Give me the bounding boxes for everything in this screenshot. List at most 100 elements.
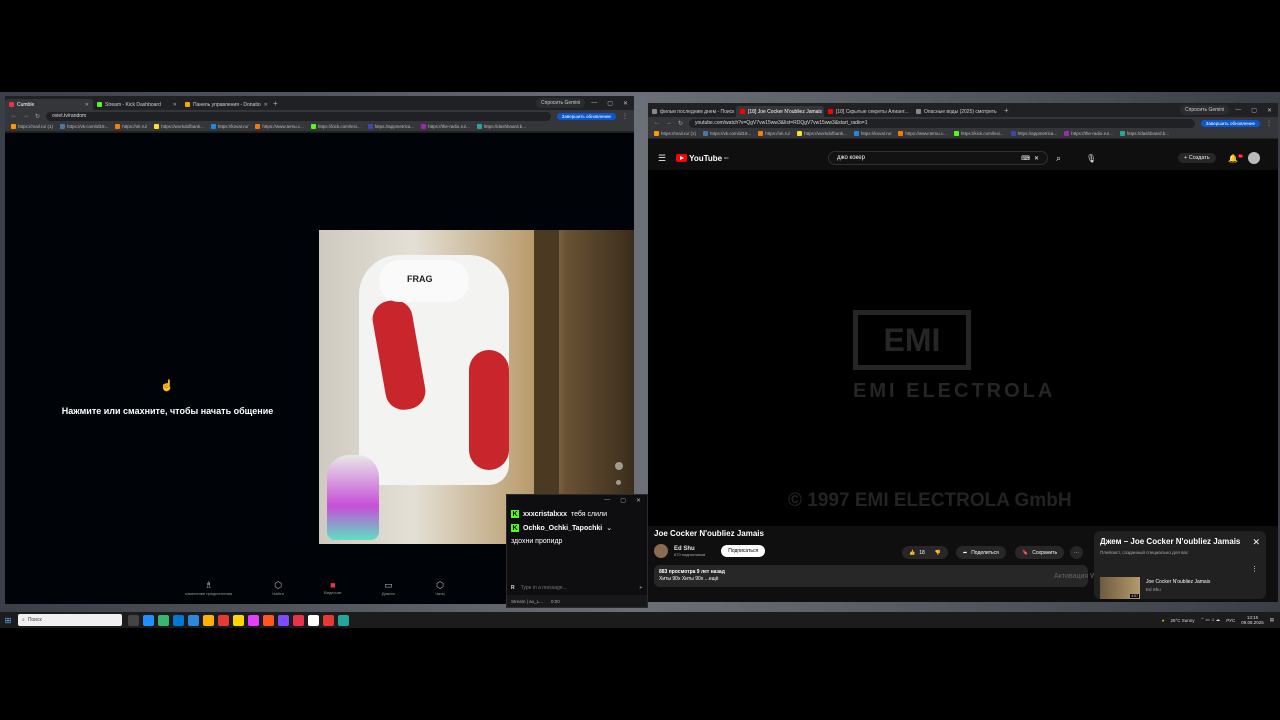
update-button[interactable]: Завершить обновление xyxy=(556,112,616,120)
right-tab-0[interactable]: фильм последним днем - Поиск✕ xyxy=(648,106,736,117)
right-tab-1[interactable]: [18] Joe Cocker N'oubliez Jamais✕ xyxy=(736,106,824,117)
new-tab-button[interactable]: + xyxy=(269,99,282,108)
bookmark-item[interactable]: https://vk.com/id19... xyxy=(703,131,751,137)
search-icon[interactable]: ⌕ xyxy=(1056,153,1061,164)
bookmark-item[interactable]: https://kick.com/lexi... xyxy=(953,131,1004,137)
microphone-icon[interactable]: 🎙 xyxy=(1086,154,1096,163)
send-icon[interactable]: ➤ xyxy=(639,585,643,591)
start-chat-hint[interactable]: Нажмите или смахните, чтобы начать общен… xyxy=(45,406,290,416)
bookmark-item[interactable]: https://mail.ru/ (1) xyxy=(654,131,696,137)
bookmark-item[interactable]: https://dashboard.b... xyxy=(1119,131,1169,137)
taskbar-app-icon[interactable] xyxy=(128,614,139,626)
close-icon[interactable]: ✕ xyxy=(264,102,268,108)
dislike-icon[interactable]: 👎 xyxy=(935,550,941,556)
search-input[interactable]: джо кокер ⌨ ✕ xyxy=(828,151,1048,165)
keyboard-icon[interactable]: ⌨ xyxy=(1021,155,1030,162)
bookmark-item[interactable]: https://koval.ru/ xyxy=(210,124,248,130)
close-icon[interactable]: ✕ xyxy=(173,102,177,108)
weather-icon[interactable]: ● xyxy=(1162,618,1165,623)
taskbar-app-icon[interactable] xyxy=(293,614,304,626)
menu-icon[interactable]: ⋮ xyxy=(622,113,628,120)
nav-chats[interactable]: ⬡ Чаты xyxy=(435,580,445,600)
taskbar-app-icon[interactable] xyxy=(173,614,184,626)
mix-title[interactable]: Джем – Joe Cocker N'oubliez Jamais xyxy=(1100,537,1240,546)
taskbar-app-icon[interactable] xyxy=(143,614,154,626)
close-icon[interactable]: ✕ xyxy=(636,497,641,505)
update-button[interactable]: Завершить обновление xyxy=(1200,119,1260,127)
menu-icon[interactable]: ⋮ xyxy=(1266,120,1272,127)
left-tab-1[interactable]: Stream - Kick Dashboard ✕ xyxy=(93,99,181,110)
forward-icon[interactable]: → xyxy=(666,120,672,126)
back-icon[interactable]: ← xyxy=(11,113,17,119)
bookmark-item[interactable]: https://appmetrica... xyxy=(367,124,414,130)
bookmark-item[interactable]: https://ok.ru/ xyxy=(758,131,790,137)
track-thumbnail[interactable]: 4:57 xyxy=(1100,577,1140,599)
left-tab-0[interactable]: Cumble ✕ xyxy=(5,99,93,110)
bookmark-item[interactable]: https://www.temu.c... xyxy=(255,124,304,130)
url-input[interactable]: youtube.com/watch?v=QgV7vw15ww3&list=RDQ… xyxy=(689,118,1195,128)
notification-icon[interactable]: ▤ xyxy=(1270,617,1274,623)
back-icon[interactable]: ← xyxy=(654,120,660,126)
nav-dialog[interactable]: ▭ Диалог xyxy=(382,580,395,600)
hamburger-icon[interactable]: ☰ xyxy=(658,153,666,164)
taskbar-app-icon[interactable] xyxy=(158,614,169,626)
windows-start-icon[interactable]: ⊞ xyxy=(0,616,16,625)
taskbar-app-icon[interactable] xyxy=(263,614,274,626)
clock[interactable]: 13:15 09.08.2025 xyxy=(1241,615,1264,625)
bell-icon[interactable]: 🔔9+ xyxy=(1228,154,1244,163)
bookmark-item[interactable]: https://ok.ru/ xyxy=(115,124,147,130)
taskbar-search[interactable]: ⌕ Поиск xyxy=(18,614,122,626)
like-icon[interactable]: 👍 xyxy=(909,550,915,556)
chat-user[interactable]: Ochko_Ochki_Tapochki xyxy=(523,525,602,532)
close-icon[interactable]: ✕ xyxy=(1252,537,1260,548)
nav-preferences[interactable]: ♗ изменение предпочтения xyxy=(185,580,232,600)
clear-icon[interactable]: ✕ xyxy=(1034,155,1039,162)
taskbar-app-icon[interactable] xyxy=(233,614,244,626)
url-input[interactable]: oviet.tv/random xyxy=(46,111,551,121)
camera-control-icon[interactable] xyxy=(616,480,621,485)
chat-user[interactable]: xxxcristalxxx xyxy=(523,511,567,518)
bookmark-item[interactable]: https://www.temu.c... xyxy=(898,131,947,137)
taskbar-app-icon[interactable] xyxy=(278,614,289,626)
right-tab-3[interactable]: Опасные воды (2025) смотреть✕ xyxy=(912,106,1000,117)
close-icon[interactable]: ✕ xyxy=(85,102,89,108)
reload-icon[interactable]: ↻ xyxy=(678,120,683,127)
taskbar-app-icon[interactable] xyxy=(323,614,334,626)
taskbar-app-icon[interactable] xyxy=(308,614,319,626)
nav-videochat[interactable]: ■ Видеочат xyxy=(324,580,342,600)
bookmark-item[interactable]: https://mail.ru/ (1) xyxy=(11,124,53,130)
more-button[interactable]: ⋯ xyxy=(1070,546,1083,559)
right-tab-2[interactable]: [18] Скрытые секреты Алиант...✕ xyxy=(824,106,912,117)
avatar[interactable] xyxy=(1248,152,1260,164)
channel-avatar[interactable] xyxy=(654,544,668,558)
minimize-icon[interactable]: — xyxy=(1235,107,1241,114)
bookmark-item[interactable]: https://vk.com/id19... xyxy=(60,124,108,130)
share-button[interactable]: ➦ Поделиться xyxy=(956,546,1006,559)
bookmark-item[interactable]: https://dashboard.b... xyxy=(476,124,526,130)
gemini-button[interactable]: Спросить Gemini xyxy=(536,98,586,108)
taskbar-app-icon[interactable] xyxy=(248,614,259,626)
taskbar-app-icon[interactable] xyxy=(218,614,229,626)
youtube-logo[interactable]: YouTube NO xyxy=(676,154,729,163)
camera-control-icon[interactable] xyxy=(615,462,623,470)
video-player[interactable]: EMI EMI ELECTROLA © 1997 EMI ELECTROLA G… xyxy=(648,170,1278,526)
chat-input[interactable]: R Type in a message... ➤ xyxy=(511,583,643,593)
forward-icon[interactable]: → xyxy=(23,113,29,119)
more-icon[interactable]: ⋮ xyxy=(1251,565,1258,573)
language-indicator[interactable]: РУС xyxy=(1226,618,1235,623)
gemini-button[interactable]: Спросить Gemini xyxy=(1180,105,1230,115)
tray-icons[interactable]: ⌃ ▭ ♫ ☁ xyxy=(1201,617,1221,623)
minimize-icon[interactable]: — xyxy=(591,100,597,107)
close-icon[interactable]: ✕ xyxy=(1267,107,1272,114)
bookmark-item[interactable]: https://workdofbank... xyxy=(797,131,847,137)
maximize-icon[interactable]: ▢ xyxy=(1251,107,1257,114)
bookmark-item[interactable]: https://workdofbank... xyxy=(154,124,204,130)
save-button[interactable]: 🔖 Сохранить xyxy=(1015,546,1065,559)
reload-icon[interactable]: ↻ xyxy=(35,113,40,120)
weather-text[interactable]: 26°C Sunny xyxy=(1170,618,1194,623)
bookmark-item[interactable]: https://the-radio.ru/... xyxy=(421,124,470,130)
like-dislike[interactable]: 👍 18 👎 xyxy=(902,546,949,559)
minimize-icon[interactable]: — xyxy=(604,497,610,505)
taskbar-app-icon[interactable] xyxy=(203,614,214,626)
taskbar-app-icon[interactable] xyxy=(338,614,349,626)
